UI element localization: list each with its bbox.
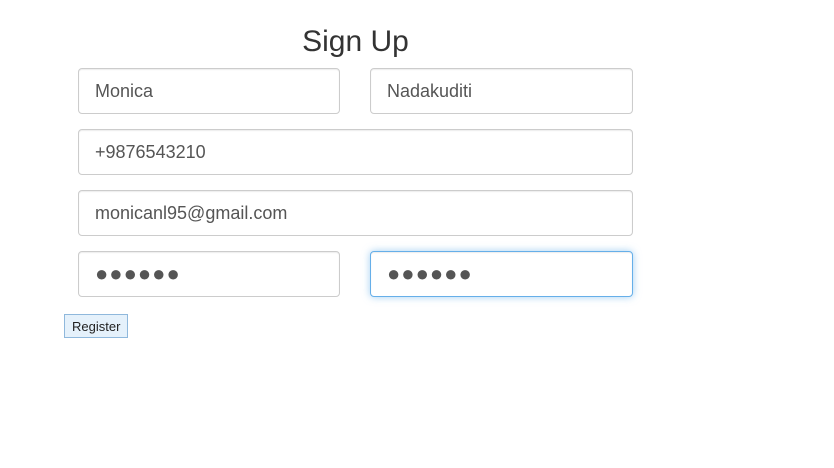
last-name-input[interactable] — [370, 68, 633, 114]
first-name-input[interactable] — [78, 68, 340, 114]
email-input[interactable] — [78, 190, 633, 236]
password-input[interactable] — [78, 251, 340, 297]
confirm-password-input[interactable] — [370, 251, 633, 297]
page-title: Sign Up — [302, 25, 409, 58]
phone-input[interactable] — [78, 129, 633, 175]
sign-up-page: Sign Up Register — [0, 0, 834, 468]
register-button[interactable]: Register — [64, 314, 129, 338]
